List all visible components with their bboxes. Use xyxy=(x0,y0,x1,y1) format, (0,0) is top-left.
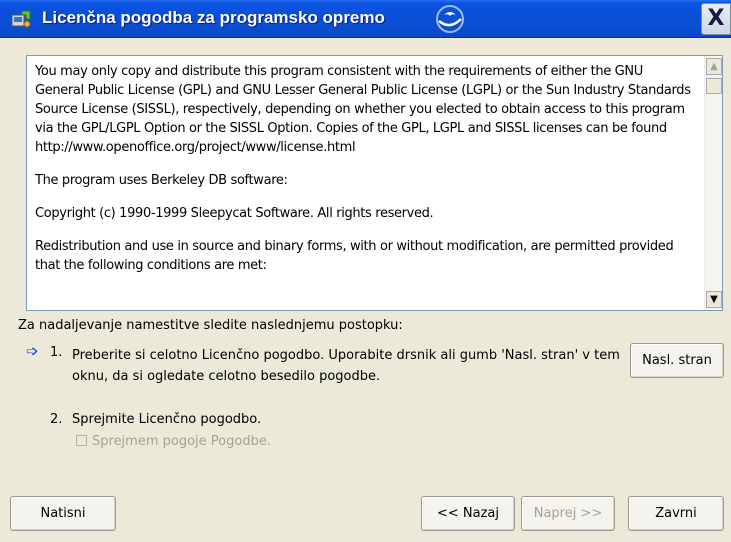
license-paragraph: Redistribution and use in source and bin… xyxy=(35,239,674,273)
scroll-down-button[interactable]: ▼ xyxy=(706,291,722,308)
vertical-scrollbar[interactable]: ▲ ▼ xyxy=(704,56,722,310)
license-text-area[interactable]: You may only copy and distribute this pr… xyxy=(26,55,723,311)
close-button[interactable]: X xyxy=(701,3,731,35)
license-paragraph: You may only copy and distribute this pr… xyxy=(35,64,691,155)
scrollbar-thumb[interactable] xyxy=(706,78,722,94)
step2-text: Sprejmite Licenčno pogodbo. xyxy=(72,412,262,427)
step1-number: 1. xyxy=(50,345,63,360)
print-button[interactable]: Natisni xyxy=(10,496,116,531)
title-bar[interactable]: Licenčna pogodba za programsko opremo X xyxy=(0,0,731,38)
cancel-button[interactable]: Zavrni xyxy=(628,496,724,531)
next-button[interactable]: Naprej >> xyxy=(521,496,615,531)
license-paragraph: Copyright (c) 1990-1999 Sleepycat Softwa… xyxy=(35,206,434,221)
step2-number: 2. xyxy=(50,412,63,427)
accept-checkbox-row[interactable]: Sprejmem pogoje Pogodbe. xyxy=(76,434,271,449)
license-text: You may only copy and distribute this pr… xyxy=(35,62,691,289)
next-page-button[interactable]: Nasl. stran xyxy=(630,343,724,378)
scroll-up-button[interactable]: ▲ xyxy=(706,58,722,75)
accept-checkbox-label: Sprejmem pogoje Pogodbe. xyxy=(92,434,271,449)
accept-checkbox[interactable] xyxy=(76,435,87,446)
license-paragraph: The program uses Berkeley DB software: xyxy=(35,173,288,188)
openoffice-gull-logo xyxy=(430,4,470,34)
step1-text: Preberite si celotno Licenčno pogodbo. U… xyxy=(72,348,620,384)
back-button[interactable]: << Nazaj xyxy=(421,496,515,531)
arrow-right-icon: ➩ xyxy=(26,342,39,360)
window-title: Licenčna pogodba za programsko opremo xyxy=(42,8,385,27)
installer-icon xyxy=(10,9,32,29)
instructions-heading: Za nadaljevanje namestitve sledite nasle… xyxy=(18,318,403,333)
